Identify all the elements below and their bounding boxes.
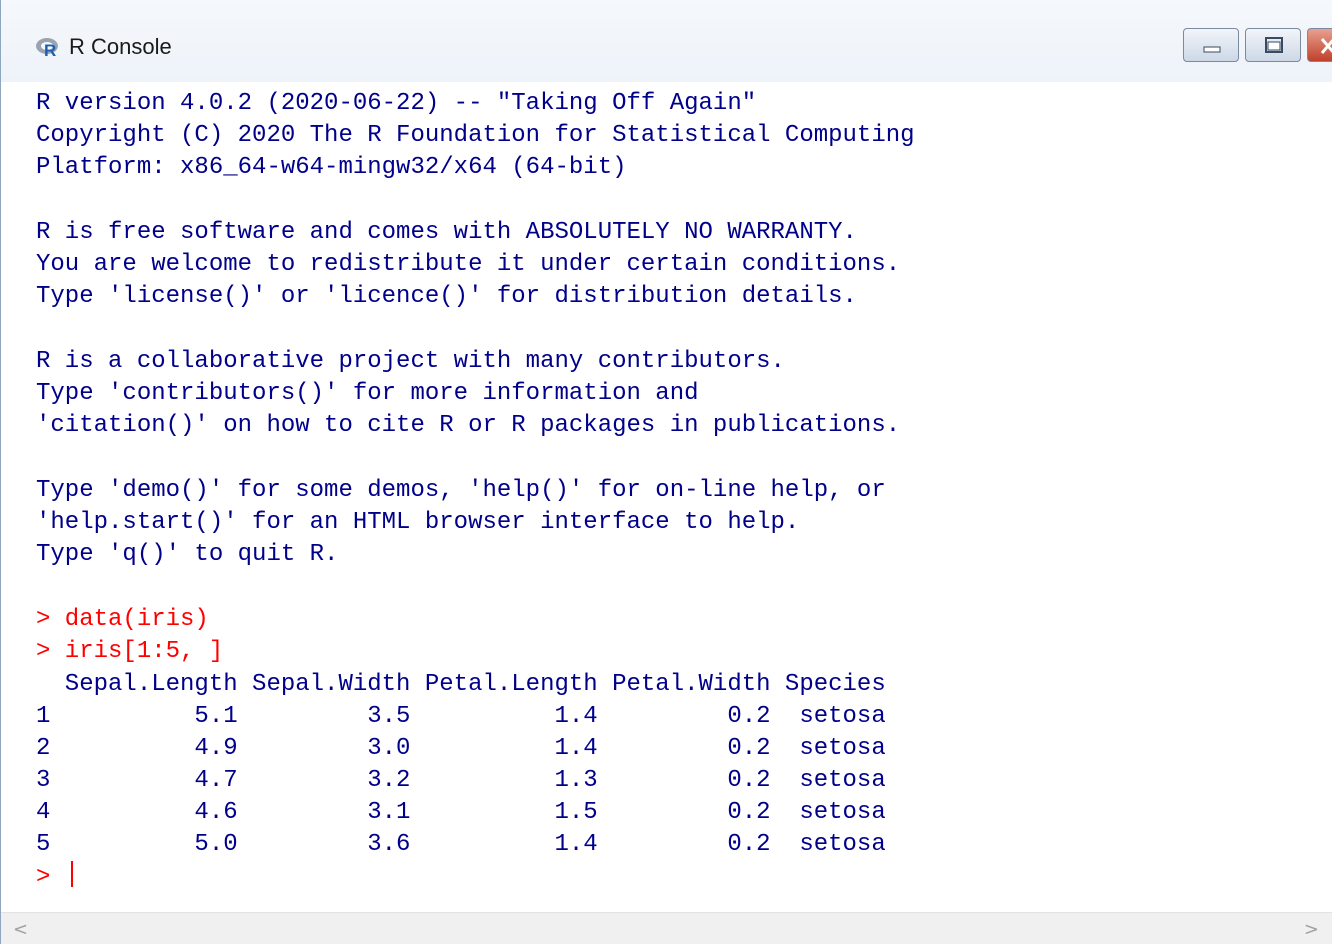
banner-line: R is a collaborative project with many c…	[36, 348, 785, 375]
close-icon	[1320, 38, 1332, 54]
banner-line: Platform: x86_64-w64-mingw32/x64 (64-bit…	[36, 154, 627, 181]
horizontal-scrollbar[interactable]: < >	[1, 912, 1332, 944]
minimize-icon	[1203, 46, 1221, 53]
console-output-area[interactable]: R version 4.0.2 (2020-06-22) -- "Taking …	[1, 82, 1332, 912]
title-bar[interactable]: R R Console	[1, 0, 1332, 83]
scroll-left-arrow-icon[interactable]: <	[13, 919, 28, 940]
banner-line: You are welcome to redistribute it under…	[36, 251, 901, 278]
table-row: 2 4.9 3.0 1.4 0.2 setosa	[36, 735, 886, 762]
banner-line: 'help.start()' for an HTML browser inter…	[36, 509, 800, 536]
banner-line: R is free software and comes with ABSOLU…	[36, 219, 857, 246]
scroll-right-arrow-icon[interactable]: >	[1304, 919, 1319, 940]
window-controls	[1177, 28, 1332, 64]
r-logo-icon: R	[36, 38, 58, 57]
minimize-button[interactable]	[1183, 28, 1239, 62]
window-title: R Console	[69, 34, 172, 59]
maximize-icon	[1265, 37, 1283, 53]
banner-line: Type 'demo()' for some demos, 'help()' f…	[36, 477, 886, 504]
close-button[interactable]	[1307, 28, 1332, 62]
table-header-row: Sepal.Length Sepal.Width Petal.Length Pe…	[36, 671, 886, 698]
prompt-symbol: >	[36, 864, 65, 891]
text-cursor	[70, 861, 73, 887]
banner-line: Type 'q()' to quit R.	[36, 541, 339, 568]
banner-line: Type 'license()' or 'licence()' for dist…	[36, 283, 857, 310]
svg-text:R: R	[44, 41, 56, 57]
table-row: 5 5.0 3.6 1.4 0.2 setosa	[36, 831, 886, 858]
table-row: 1 5.1 3.5 1.4 0.2 setosa	[36, 703, 886, 730]
r-console-window: R R Console R version 4.0.2 (2020-06-22)…	[0, 0, 1332, 944]
banner-line: R version 4.0.2 (2020-06-22) -- "Taking …	[36, 90, 757, 117]
command-line: > data(iris)	[36, 606, 209, 633]
command-line: > iris[1:5, ]	[36, 638, 224, 665]
maximize-button[interactable]	[1245, 28, 1301, 62]
input-prompt[interactable]: >	[36, 861, 73, 894]
table-row: 3 4.7 3.2 1.3 0.2 setosa	[36, 767, 886, 794]
banner-line: 'citation()' on how to cite R or R packa…	[36, 412, 901, 439]
banner-line: Copyright (C) 2020 The R Foundation for …	[36, 122, 915, 149]
table-row: 4 4.6 3.1 1.5 0.2 setosa	[36, 799, 886, 826]
banner-line: Type 'contributors()' for more informati…	[36, 380, 699, 407]
